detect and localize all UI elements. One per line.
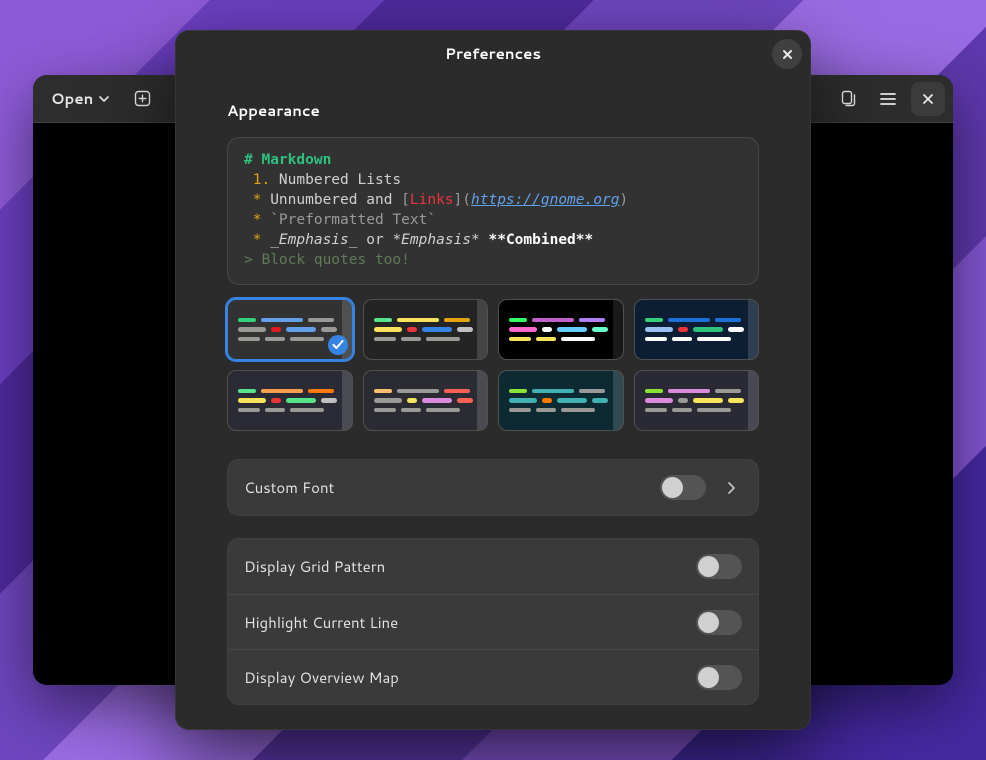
highlight-line-toggle[interactable]	[696, 610, 742, 635]
scheme-swatch-1[interactable]	[227, 299, 353, 360]
overview-map-row[interactable]: Display Overview Map	[228, 649, 758, 704]
hamburger-icon	[880, 93, 896, 105]
document-switcher-button[interactable]	[831, 82, 865, 116]
custom-font-row[interactable]: Custom Font	[228, 460, 758, 515]
dialog-close-button[interactable]	[772, 39, 802, 69]
chevron-down-icon	[99, 96, 109, 102]
close-icon	[782, 49, 793, 60]
overview-map-label: Display Overview Map	[244, 667, 682, 688]
new-tab-button[interactable]	[125, 82, 159, 116]
open-button[interactable]: Open	[41, 82, 119, 116]
display-grid-row[interactable]: Display Grid Pattern	[228, 539, 758, 594]
scheme-swatch-8[interactable]	[634, 370, 760, 431]
scheme-swatch-2[interactable]	[363, 299, 489, 360]
display-grid-toggle[interactable]	[696, 554, 742, 579]
scheme-swatch-5[interactable]	[227, 370, 353, 431]
custom-font-label: Custom Font	[244, 477, 646, 498]
chevron-right-icon	[720, 481, 742, 495]
highlight-line-label: Highlight Current Line	[244, 612, 682, 633]
new-tab-icon	[134, 90, 151, 107]
dialog-body[interactable]: Appearance # Markdown 1. Numbered Lists …	[175, 78, 811, 730]
preferences-dialog: Preferences Appearance # Markdown 1. Num…	[175, 30, 811, 730]
section-title-appearance: Appearance	[227, 100, 759, 121]
scheme-swatch-6[interactable]	[363, 370, 489, 431]
scheme-grid	[227, 299, 759, 431]
display-group: Display Grid Pattern Highlight Current L…	[227, 538, 759, 705]
dialog-header: Preferences	[175, 30, 811, 78]
document-switcher-icon	[840, 90, 857, 107]
scheme-swatch-4[interactable]	[634, 299, 760, 360]
scheme-swatch-7[interactable]	[498, 370, 624, 431]
style-preview: # Markdown 1. Numbered Lists * Unnumbere…	[227, 137, 759, 285]
font-group: Custom Font	[227, 459, 759, 516]
dialog-title: Preferences	[445, 43, 541, 64]
hamburger-menu-button[interactable]	[871, 82, 905, 116]
selected-check-icon	[328, 335, 348, 355]
display-grid-label: Display Grid Pattern	[244, 556, 682, 577]
open-label: Open	[51, 88, 93, 109]
scheme-swatch-3[interactable]	[498, 299, 624, 360]
overview-map-toggle[interactable]	[696, 665, 742, 690]
close-icon	[922, 93, 934, 105]
highlight-line-row[interactable]: Highlight Current Line	[228, 594, 758, 649]
window-close-button[interactable]	[911, 82, 945, 116]
custom-font-toggle[interactable]	[660, 475, 706, 500]
